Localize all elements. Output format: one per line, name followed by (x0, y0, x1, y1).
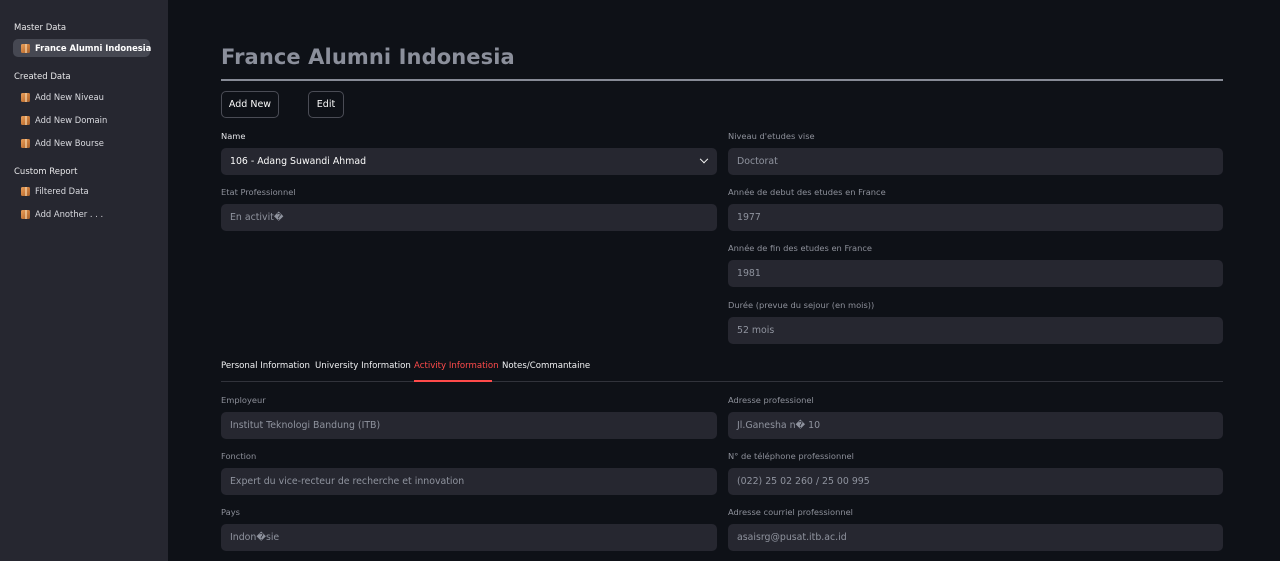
active-tab-indicator (414, 380, 492, 382)
package-icon (21, 138, 30, 148)
package-icon (21, 209, 30, 219)
name-label: Name (221, 131, 246, 141)
package-icon (21, 186, 30, 196)
package-icon (21, 92, 30, 102)
annee-debut-field[interactable]: 1977 (728, 204, 1223, 231)
niveau-label: Niveau d'etudes vise (728, 131, 815, 141)
etat-professionnel-field[interactable]: En activit� (221, 204, 717, 231)
sidebar-section-created-data: Created Data (14, 72, 71, 82)
annee-fin-field[interactable]: 1981 (728, 260, 1223, 287)
adresse-professionel-field[interactable]: Jl.Ganesha n� 10 (728, 412, 1223, 439)
chevron-down-icon (699, 154, 709, 163)
tab-university-information[interactable]: University Information (315, 361, 411, 381)
duree-label: Durée (prevue du sejour (en mois)) (728, 300, 875, 310)
duree-field[interactable]: 52 mois (728, 317, 1223, 344)
sidebar-item-label: Add New Niveau (35, 92, 104, 102)
courriel-label: Adresse courriel professionnel (728, 507, 853, 517)
sidebar-item-add-new-niveau[interactable]: Add New Niveau (13, 88, 150, 106)
tab-bar-divider (221, 381, 1223, 382)
etat-professionnel-label: Etat Professionnel (221, 187, 296, 197)
name-select-value: 106 - Adang Suwandi Ahmad (230, 156, 367, 167)
sidebar-item-label: Add New Domain (35, 115, 108, 125)
edit-button[interactable]: Edit (308, 91, 344, 118)
sidebar-item-label: Filtered Data (35, 186, 89, 196)
employeur-field[interactable]: Institut Teknologi Bandung (ITB) (221, 412, 717, 439)
tab-personal-information[interactable]: Personal Information (221, 361, 310, 381)
sidebar-item-label: Add New Bourse (35, 138, 104, 148)
adresse-professionel-label: Adresse professionel (728, 395, 814, 405)
telephone-label: N° de téléphone professionnel (728, 451, 854, 461)
title-divider (221, 79, 1223, 81)
tab-notes-commantaine[interactable]: Notes/Commantaine (502, 361, 590, 381)
add-new-button[interactable]: Add New (221, 91, 279, 118)
sidebar-item-france-alumni-indonesia[interactable]: France Alumni Indonesia (13, 39, 152, 57)
telephone-field[interactable]: (022) 25 02 260 / 25 00 995 (728, 468, 1223, 495)
courriel-field[interactable]: asaisrg@pusat.itb.ac.id (728, 524, 1223, 551)
pays-field[interactable]: Indon�sie (221, 524, 717, 551)
sidebar-item-filtered-data[interactable]: Filtered Data (13, 182, 150, 200)
package-icon (21, 115, 30, 125)
name-select[interactable]: 106 - Adang Suwandi Ahmad (221, 148, 717, 175)
tab-activity-information[interactable]: Activity Information (414, 361, 499, 381)
employeur-label: Employeur (221, 395, 266, 405)
sidebar-item-label: Add Another . . . (35, 209, 104, 219)
sidebar-section-custom-report: Custom Report (14, 167, 78, 177)
sidebar-item-add-new-bourse[interactable]: Add New Bourse (13, 134, 150, 152)
sidebar-item-label: France Alumni Indonesia (35, 43, 152, 53)
annee-debut-label: Année de debut des etudes en France (728, 187, 886, 197)
sidebar: Master Data France Alumni Indonesia Crea… (0, 0, 168, 561)
niveau-field[interactable]: Doctorat (728, 148, 1223, 175)
app-root: Master Data France Alumni Indonesia Crea… (0, 0, 1280, 561)
package-icon (21, 43, 30, 53)
fonction-label: Fonction (221, 451, 257, 461)
sidebar-item-add-new-domain[interactable]: Add New Domain (13, 111, 150, 129)
sidebar-section-master-data: Master Data (14, 23, 67, 33)
page-title: France Alumni Indonesia (221, 45, 515, 69)
fonction-field[interactable]: Expert du vice-recteur de recherche et i… (221, 468, 717, 495)
pays-label: Pays (221, 507, 240, 517)
sidebar-item-add-another[interactable]: Add Another . . . (13, 205, 150, 223)
annee-fin-label: Année de fin des etudes en France (728, 243, 873, 253)
